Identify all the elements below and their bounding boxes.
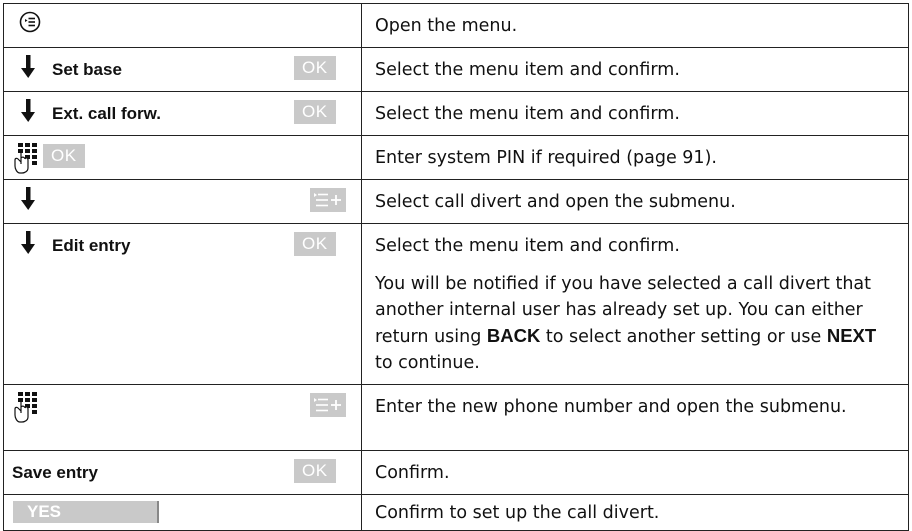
table-row: Save entry OK Confirm. xyxy=(3,450,909,495)
menu-item-label: Ext. call forw. xyxy=(52,104,161,123)
ok-softkey: OK xyxy=(43,144,85,168)
menu-item-label: Set base xyxy=(52,60,122,79)
step-note: You will be notified if you have selecte… xyxy=(375,274,877,373)
table-row: Ext. call forw. OK Select the menu item … xyxy=(3,91,909,136)
table-row: Open the menu. xyxy=(3,3,909,48)
key-cell: Ext. call forw. OK xyxy=(3,91,362,136)
menu-item-label: Edit entry xyxy=(52,236,131,255)
key-cell: OK xyxy=(3,135,362,180)
table-row: YES Confirm to set up the call divert. xyxy=(3,494,909,531)
ok-softkey: OK xyxy=(294,100,336,124)
keypad-icon xyxy=(14,143,37,174)
key-cell: YES xyxy=(3,494,362,531)
ok-softkey: OK xyxy=(294,459,336,483)
step-description: Enter the new phone number and open the … xyxy=(361,384,909,451)
key-cell: Save entry OK xyxy=(3,450,362,495)
key-cell xyxy=(3,179,362,224)
submenu-key-icon xyxy=(310,188,346,212)
table-row: Enter the new phone number and open the … xyxy=(3,384,909,451)
yes-softkey: YES xyxy=(13,501,159,523)
step-description: Confirm. xyxy=(361,450,909,495)
step-description: Confirm to set up the call divert. xyxy=(361,494,909,531)
step-description: Select the menu item and confirm. You wi… xyxy=(361,223,909,385)
ok-softkey: OK xyxy=(294,232,336,256)
table-row: OK Enter system PIN if required (page 91… xyxy=(3,135,909,180)
key-cell: Set base OK xyxy=(3,47,362,92)
keypad-icon xyxy=(14,392,37,423)
step-description: Select the menu item and confirm. xyxy=(361,47,909,92)
table-row: Set base OK Select the menu item and con… xyxy=(3,47,909,92)
key-cell xyxy=(3,3,362,48)
table-row: Edit entry OK Select the menu item and c… xyxy=(3,223,909,385)
table-row: Select call divert and open the submenu. xyxy=(3,179,909,224)
down-arrow-icon xyxy=(21,55,35,78)
ok-softkey: OK xyxy=(294,56,336,80)
step-description: Open the menu. xyxy=(361,3,909,48)
step-description: Select call divert and open the submenu. xyxy=(361,179,909,224)
menu-key-icon xyxy=(19,11,41,33)
instruction-table: Open the menu. Set base OK Select the me… xyxy=(3,3,909,531)
next-key-label: NEXT xyxy=(826,325,877,346)
back-key-label: BACK xyxy=(486,325,541,346)
step-description: Select the menu item and confirm. xyxy=(361,91,909,136)
down-arrow-icon xyxy=(21,99,35,122)
submenu-key-icon xyxy=(310,393,346,417)
menu-item-label: Save entry xyxy=(12,463,98,482)
down-arrow-icon xyxy=(21,187,35,210)
key-cell xyxy=(3,384,362,451)
key-cell: Edit entry OK xyxy=(3,223,362,385)
down-arrow-icon xyxy=(21,231,35,254)
step-description: Enter system PIN if required (page 91). xyxy=(361,135,909,180)
step-text: Select the menu item and confirm. xyxy=(375,236,680,256)
